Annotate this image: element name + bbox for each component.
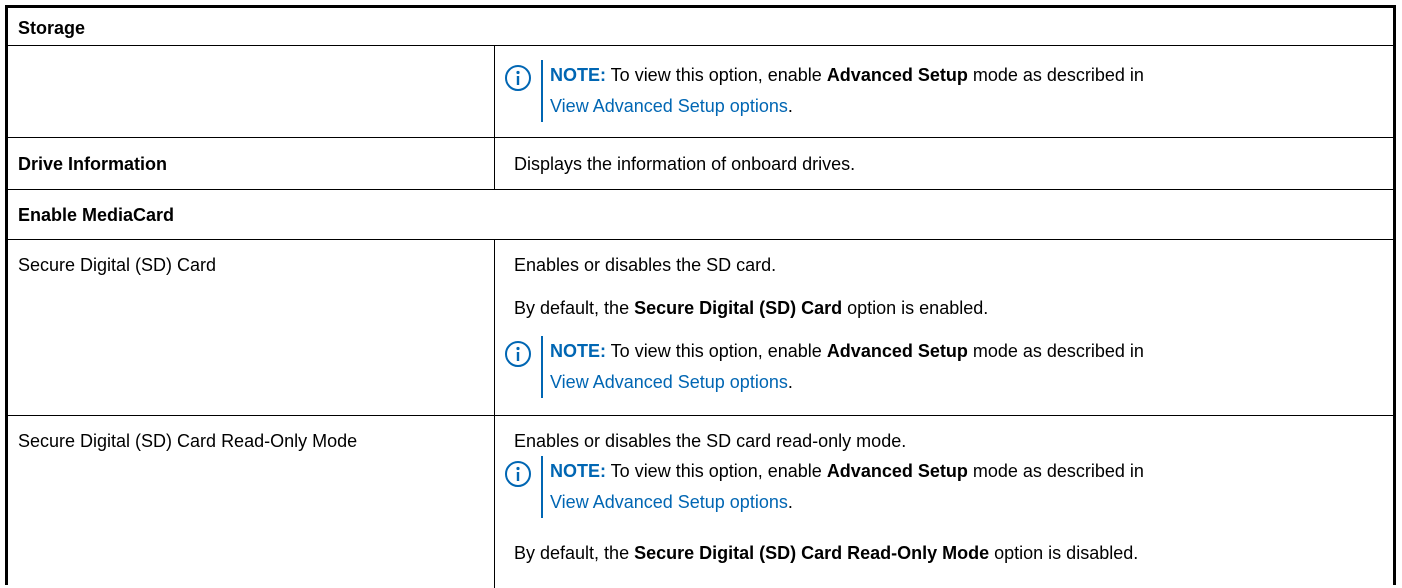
column-divider xyxy=(494,138,495,189)
description-sd-card: Enables or disables the SD card. xyxy=(514,255,777,275)
default-sd-card: By default, the Secure Digital (SD) Card… xyxy=(514,298,988,319)
table-header-row: Storage xyxy=(8,8,1393,46)
note-text: NOTE: To view this option, enable Advanc… xyxy=(550,60,1380,122)
note-label: NOTE: xyxy=(550,461,606,481)
view-advanced-setup-link[interactable]: View Advanced Setup options xyxy=(550,372,788,392)
table-row-drive-information: Drive Information Displays the informati… xyxy=(8,138,1393,190)
view-advanced-setup-link[interactable]: View Advanced Setup options xyxy=(550,96,788,116)
note-end: . xyxy=(787,372,793,392)
default-post: option is enabled. xyxy=(842,298,989,318)
table-row-enable-mediacard: Enable MediaCard xyxy=(8,190,1393,240)
setting-sd-read-only: Secure Digital (SD) Card Read-Only Mode xyxy=(18,431,358,451)
table-row-note: NOTE: To view this option, enable Advanc… xyxy=(8,46,1393,138)
note-pre: To view this option, enable xyxy=(606,65,827,85)
default-sd-read-only: By default, the Secure Digital (SD) Card… xyxy=(514,543,1138,564)
default-pre: By default, the xyxy=(514,298,635,318)
note-pre: To view this option, enable xyxy=(606,341,827,361)
column-divider xyxy=(494,240,495,415)
description-sd-read-only: Enables or disables the SD card read-onl… xyxy=(514,431,907,451)
info-circle-icon xyxy=(505,65,531,91)
note-post: mode as described in xyxy=(967,65,1144,85)
note-text: NOTE: To view this option, enable Advanc… xyxy=(550,456,1380,518)
note-text: NOTE: To view this option, enable Advanc… xyxy=(550,336,1380,398)
note-post: mode as described in xyxy=(967,341,1144,361)
description-drive-information: Displays the information of onboard driv… xyxy=(514,154,856,174)
note-label: NOTE: xyxy=(550,341,606,361)
note-end: . xyxy=(787,492,793,512)
note-pre: To view this option, enable xyxy=(606,461,827,481)
note-bar xyxy=(541,60,543,122)
setting-drive-information: Drive Information xyxy=(18,154,168,174)
default-pre: By default, the xyxy=(514,543,635,563)
table-row-sd-card: Secure Digital (SD) Card Enables or disa… xyxy=(8,240,1393,416)
table-row-sd-read-only: Secure Digital (SD) Card Read-Only Mode … xyxy=(8,416,1393,588)
note-advanced-setup: Advanced Setup xyxy=(826,65,968,85)
note-bar xyxy=(541,336,543,398)
info-circle-icon xyxy=(505,341,531,367)
default-option-name: Secure Digital (SD) Card xyxy=(634,298,843,318)
setting-sd-card: Secure Digital (SD) Card xyxy=(18,255,217,275)
default-post: option is disabled. xyxy=(989,543,1139,563)
info-circle-icon xyxy=(505,461,531,487)
note-bar xyxy=(541,456,543,518)
column-divider xyxy=(494,416,495,588)
note-advanced-setup: Advanced Setup xyxy=(826,461,968,481)
column-divider xyxy=(494,46,495,137)
default-option-name: Secure Digital (SD) Card Read-Only Mode xyxy=(634,543,990,563)
table-header-storage: Storage xyxy=(18,18,86,38)
note-advanced-setup: Advanced Setup xyxy=(826,341,968,361)
storage-settings-table: Storage NOTE: To view this option, enabl… xyxy=(5,5,1396,588)
note-label: NOTE: xyxy=(550,65,606,85)
view-advanced-setup-link[interactable]: View Advanced Setup options xyxy=(550,492,788,512)
setting-enable-mediacard: Enable MediaCard xyxy=(18,205,175,225)
note-end: . xyxy=(787,96,793,116)
note-post: mode as described in xyxy=(967,461,1144,481)
